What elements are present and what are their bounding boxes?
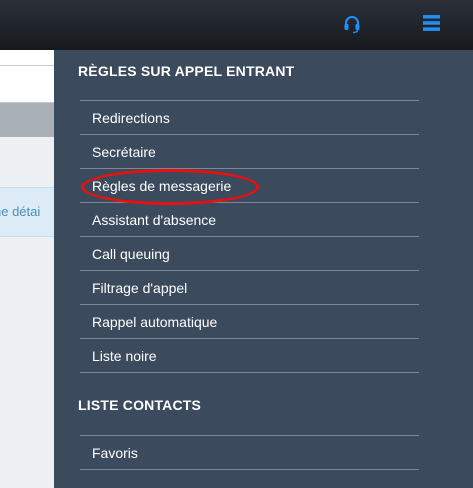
section-title-incoming-call-rules: RÈGLES SUR APPEL ENTRANT: [78, 63, 295, 79]
menu-item-favorites[interactable]: Favoris: [80, 436, 419, 470]
incoming-call-rules-list: Redirections Secrétaire Règles de messag…: [80, 100, 419, 373]
menu-item-label: Redirections: [92, 110, 170, 126]
hamburger-menu-icon[interactable]: [423, 14, 440, 32]
menu-item-label: Secrétaire: [92, 144, 156, 160]
headset-icon[interactable]: [342, 14, 362, 34]
menu-item-label: Règles de messagerie: [92, 178, 232, 194]
top-header-bar: [0, 0, 473, 50]
menu-item-voicemail-rules[interactable]: Règles de messagerie: [80, 169, 419, 203]
background-info-text: he détai: [0, 204, 41, 219]
menu-item-call-filtering[interactable]: Filtrage d'appel: [80, 271, 419, 305]
background-search-bar[interactable]: [0, 65, 54, 103]
menu-item-label: Filtrage d'appel: [92, 280, 188, 296]
menu-item-label: Call queuing: [92, 246, 170, 262]
menu-item-label: Liste noire: [92, 348, 157, 364]
background-page: he détai: [0, 50, 54, 488]
menu-item-label: Assistant d'absence: [92, 212, 217, 228]
menu-item-absence-assistant[interactable]: Assistant d'absence: [80, 203, 419, 237]
menu-item-blacklist[interactable]: Liste noire: [80, 339, 419, 373]
contact-list: Favoris: [80, 435, 419, 470]
menu-item-label: Rappel automatique: [92, 314, 218, 330]
background-table-header: [0, 103, 54, 137]
menu-item-label: Favoris: [92, 445, 138, 461]
section-title-contact-list: LISTE CONTACTS: [78, 397, 202, 413]
background-info-box: he détai: [0, 187, 54, 237]
menu-item-call-queuing[interactable]: Call queuing: [80, 237, 419, 271]
menu-item-secretary[interactable]: Secrétaire: [80, 135, 419, 169]
navigation-menu-panel: RÈGLES SUR APPEL ENTRANT Redirections Se…: [54, 50, 473, 488]
menu-item-automatic-callback[interactable]: Rappel automatique: [80, 305, 419, 339]
menu-item-redirections[interactable]: Redirections: [80, 101, 419, 135]
